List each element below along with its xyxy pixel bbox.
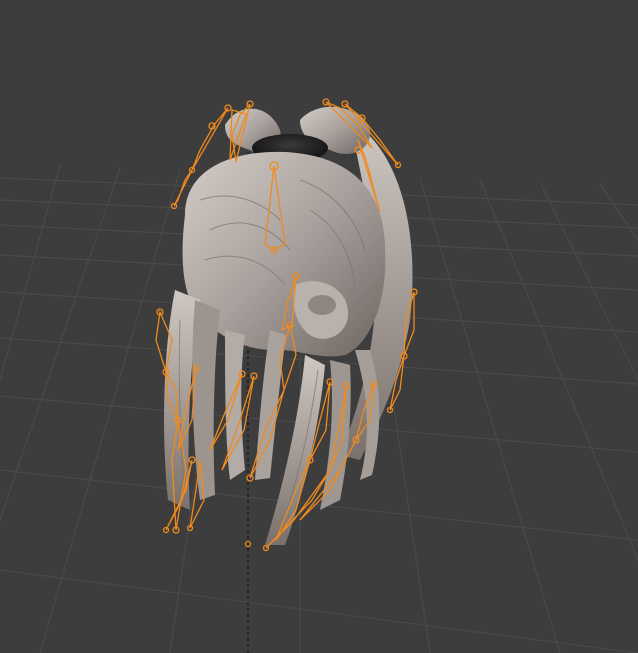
viewport-scene[interactable]: [0, 0, 638, 653]
3d-viewport[interactable]: [0, 0, 638, 653]
bone[interactable]: [191, 107, 229, 171]
